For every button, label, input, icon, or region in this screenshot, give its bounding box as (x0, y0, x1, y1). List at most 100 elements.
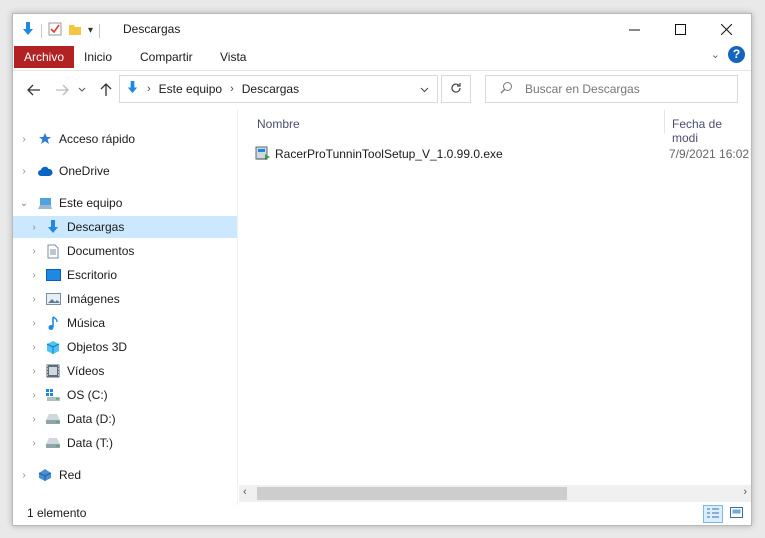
desktop-icon (45, 267, 61, 283)
toolbar-divider (99, 23, 101, 38)
drive-icon (45, 435, 61, 451)
refresh-button[interactable] (441, 75, 471, 103)
nav-item-acceso-rapido[interactable]: › Acceso rápido (13, 128, 237, 150)
address-history-icon[interactable] (420, 82, 429, 96)
windows-drive-icon (45, 387, 61, 403)
nav-label: OS (C:) (67, 388, 108, 402)
cube-icon (45, 339, 61, 355)
pane-splitter[interactable] (237, 110, 238, 505)
cloud-icon (37, 163, 53, 179)
chevron-right-icon[interactable]: › (29, 246, 39, 257)
navigation-pane: › Acceso rápido › OneDrive ⌄ Este equipo… (13, 110, 237, 501)
scroll-right-icon[interactable]: › (743, 486, 747, 498)
search-placeholder: Buscar en Descargas (525, 82, 640, 96)
address-bar[interactable]: › Este equipo › Descargas (119, 75, 438, 103)
nav-label: Música (67, 316, 106, 330)
breadcrumb-este-equipo[interactable]: Este equipo (159, 82, 222, 96)
chevron-right-icon[interactable]: › (29, 390, 39, 401)
back-button[interactable] (23, 79, 45, 101)
chevron-right-icon[interactable]: › (29, 318, 39, 329)
tab-inicio[interactable]: Inicio (74, 46, 122, 68)
nav-label: Documentos (67, 244, 135, 258)
column-header-date[interactable]: Fecha de modi (672, 117, 751, 145)
chevron-right-icon[interactable]: › (29, 342, 39, 353)
nav-label: Vídeos (67, 364, 105, 378)
nav-item-musica[interactable]: › Música (13, 312, 237, 334)
window-title: Descargas (123, 22, 181, 36)
column-divider[interactable] (664, 110, 665, 134)
expand-ribbon-icon[interactable]: ⌄ (711, 48, 720, 61)
nav-item-documentos[interactable]: › Documentos (13, 240, 237, 262)
horizontal-scrollbar[interactable]: ‹ › (239, 485, 751, 502)
tab-vista[interactable]: Vista (210, 46, 256, 68)
download-icon (45, 219, 61, 235)
chevron-right-icon[interactable]: › (29, 366, 39, 377)
new-folder-icon[interactable] (68, 22, 82, 39)
nav-item-escritorio[interactable]: › Escritorio (13, 264, 237, 286)
tab-compartir[interactable]: Compartir (130, 46, 203, 68)
computer-icon (37, 195, 53, 211)
chevron-right-icon[interactable]: › (29, 270, 39, 281)
nav-label: OneDrive (59, 164, 110, 178)
file-date: 7/9/2021 16:02 (669, 147, 750, 161)
large-icons-view-button[interactable] (726, 505, 746, 523)
nav-item-os-c[interactable]: › OS (C:) (13, 384, 237, 406)
video-icon (45, 363, 61, 379)
chevron-right-icon[interactable]: › (29, 414, 39, 425)
nav-label: Data (D:) (67, 412, 116, 426)
nav-label: Descargas (67, 220, 125, 234)
tab-archivo[interactable]: Archivo (14, 46, 75, 68)
nav-item-videos[interactable]: › Vídeos (13, 360, 237, 382)
chevron-right-icon[interactable]: › (29, 222, 39, 233)
item-count: 1 elemento (27, 506, 87, 520)
refresh-icon (450, 82, 462, 97)
file-row[interactable]: RacerProTunninToolSetup_V_1.0.99.0.exe 7… (255, 143, 751, 165)
picture-icon (45, 291, 61, 307)
nav-item-onedrive[interactable]: › OneDrive (13, 160, 237, 182)
explorer-window: ▾ Descargas Archivo Inicio Compartir Vis… (12, 13, 752, 526)
nav-label: Acceso rápido (59, 132, 136, 146)
download-icon[interactable] (21, 21, 35, 40)
quick-access-toolbar: ▾ (21, 21, 101, 40)
chevron-right-icon[interactable]: › (147, 83, 151, 95)
search-icon (500, 81, 513, 97)
music-icon (45, 315, 61, 331)
chevron-right-icon[interactable]: › (230, 83, 234, 95)
breadcrumb-descargas[interactable]: Descargas (242, 82, 299, 96)
file-list: Nombre Fecha de modi RacerProTunninToolS… (239, 110, 751, 505)
nav-item-data-t[interactable]: › Data (T:) (13, 432, 237, 454)
customize-toolbar-icon[interactable]: ▾ (88, 25, 93, 36)
forward-button[interactable] (51, 79, 73, 101)
nav-label: Escritorio (67, 268, 118, 282)
chevron-right-icon[interactable]: › (19, 166, 29, 177)
chevron-right-icon[interactable]: › (19, 134, 29, 145)
chevron-right-icon[interactable]: › (19, 470, 29, 481)
chevron-right-icon[interactable]: › (29, 438, 39, 449)
help-icon[interactable]: ? (728, 46, 745, 63)
nav-item-imagenes[interactable]: › Imágenes (13, 288, 237, 310)
properties-icon[interactable] (48, 22, 62, 39)
nav-item-data-d[interactable]: › Data (D:) (13, 408, 237, 430)
chevron-down-icon[interactable]: ⌄ (19, 198, 29, 209)
nav-item-objetos-3d[interactable]: › Objetos 3D (13, 336, 237, 358)
drive-icon (45, 411, 61, 427)
scroll-left-icon[interactable]: ‹ (243, 486, 247, 498)
document-icon (45, 243, 61, 259)
up-button[interactable] (95, 79, 117, 101)
nav-item-red[interactable]: › Red (13, 464, 237, 486)
installer-icon (255, 145, 271, 164)
nav-label: Red (59, 468, 82, 482)
column-header-name[interactable]: Nombre (257, 117, 300, 131)
scrollbar-thumb[interactable] (257, 487, 567, 500)
close-button[interactable] (703, 14, 749, 44)
search-box[interactable]: Buscar en Descargas (485, 75, 738, 103)
maximize-button[interactable] (657, 14, 703, 44)
minimize-button[interactable] (611, 14, 657, 44)
title-bar: ▾ Descargas (13, 14, 751, 44)
recent-locations-button[interactable] (75, 79, 89, 101)
nav-item-este-equipo[interactable]: ⌄ Este equipo (13, 192, 237, 214)
toolbar-divider (41, 23, 42, 38)
chevron-right-icon[interactable]: › (29, 294, 39, 305)
details-view-button[interactable] (703, 505, 723, 523)
nav-item-descargas[interactable]: › Descargas (13, 216, 237, 238)
